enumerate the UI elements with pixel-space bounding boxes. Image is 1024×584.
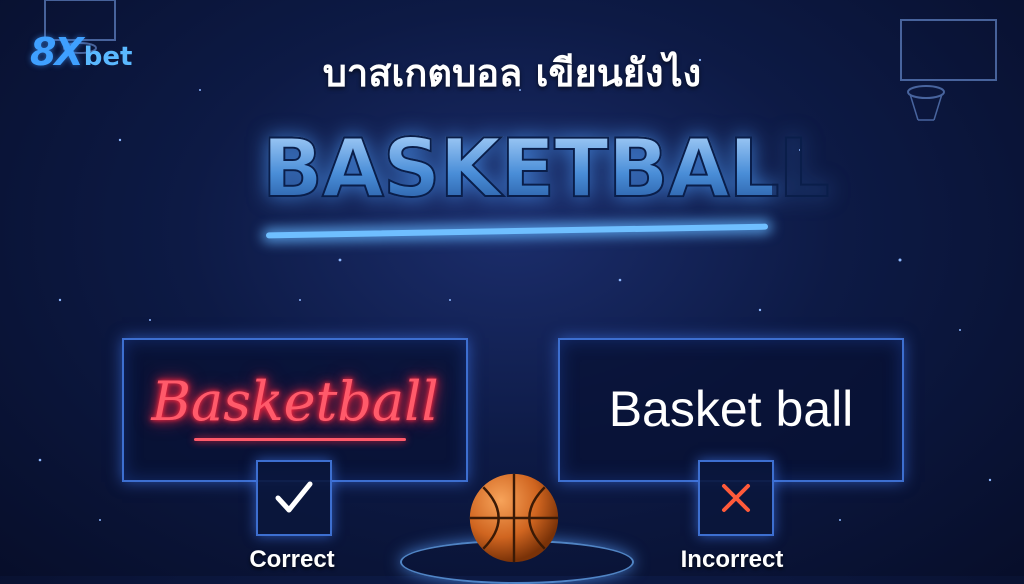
- incorrect-badge: [698, 460, 774, 536]
- basketball-icon: [469, 473, 559, 563]
- incorrect-spelling-word: Basket ball: [608, 381, 854, 437]
- cross-icon: [722, 484, 750, 512]
- incorrect-label: Incorrect: [680, 546, 784, 573]
- page-title: บาสเกตบอล เขียนยังไง: [322, 51, 702, 95]
- correct-label: Correct: [249, 546, 335, 573]
- neon-underline: [194, 438, 406, 441]
- correct-spelling-word: Basketball: [151, 370, 439, 433]
- correct-badge: [256, 460, 332, 536]
- hero-banner: BASKETBALL: [261, 112, 831, 242]
- check-icon: [275, 481, 313, 513]
- hero-word: BASKETBALL: [261, 121, 831, 216]
- hero-glow-line: [266, 223, 768, 239]
